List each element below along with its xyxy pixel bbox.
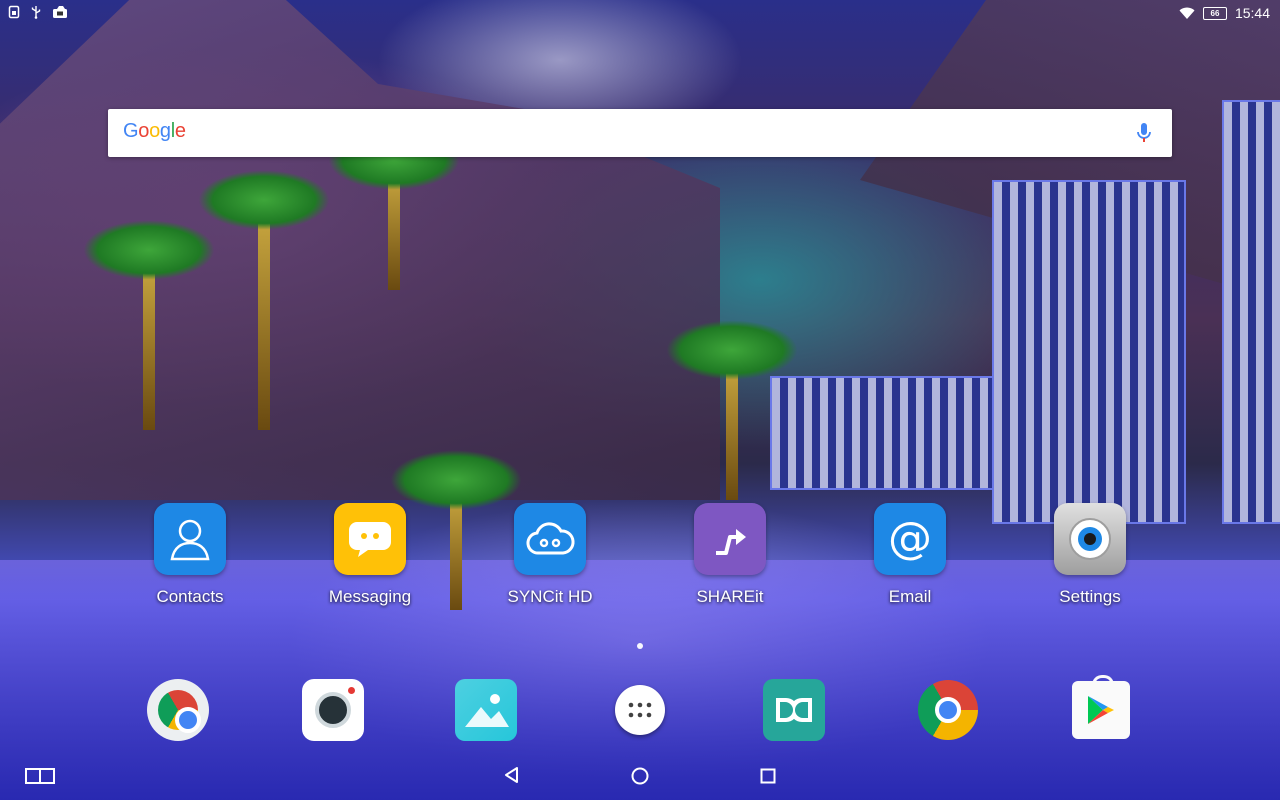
navigation-bar (0, 752, 1280, 800)
dock-play-store[interactable] (1068, 675, 1134, 743)
status-system: 66 15:44 (1179, 5, 1270, 21)
app-settings[interactable]: Settings (1020, 503, 1160, 607)
dock-dolby[interactable] (761, 677, 827, 743)
google-logo: Google (123, 120, 186, 143)
google-logo-letter: o (149, 120, 160, 142)
contacts-icon (154, 503, 226, 575)
cloud-sync-icon (514, 503, 586, 575)
dock-camera[interactable] (300, 677, 366, 743)
wallpaper-building (992, 180, 1186, 524)
chrome-icon (158, 690, 201, 733)
battery-icon: 66 (1202, 6, 1227, 20)
wifi-icon (1179, 7, 1195, 19)
gallery-icon (455, 679, 517, 741)
status-bar: 66 15:44 (0, 0, 1280, 26)
folder-icon (147, 679, 209, 741)
messaging-icon (334, 503, 406, 575)
app-contacts[interactable]: Contacts (120, 503, 260, 607)
app-label: Settings (1059, 587, 1121, 606)
wallpaper-palm (328, 130, 460, 290)
dock-app-drawer[interactable] (607, 677, 673, 743)
app-label: SYNCit HD (507, 587, 593, 606)
google-logo-letter: e (174, 120, 186, 142)
google-logo-letter: g (159, 120, 171, 142)
battery-level: 66 (1210, 8, 1220, 18)
app-drawer-icon (615, 685, 665, 735)
back-icon[interactable] (503, 766, 521, 784)
chrome-icon (918, 680, 978, 740)
dock-gallery[interactable] (453, 677, 519, 743)
sim-icon (8, 5, 20, 19)
google-logo-letter: o (138, 120, 150, 142)
play-store-icon (1072, 675, 1130, 739)
google-logo-letter: G (123, 120, 139, 142)
app-email[interactable]: @ Email (840, 503, 980, 607)
usb-icon (31, 6, 41, 19)
status-notifications (8, 5, 68, 19)
multi-window-icon[interactable] (25, 768, 55, 784)
app-label: Email (888, 587, 932, 606)
home-icon[interactable] (630, 766, 650, 786)
screenshot-icon (53, 6, 67, 18)
clock: 15:44 (1234, 5, 1270, 21)
camera-icon (302, 679, 364, 741)
dock-chrome-folder[interactable] (145, 677, 211, 743)
wallpaper-palm (198, 170, 330, 430)
dock-chrome[interactable] (915, 677, 981, 743)
wallpaper-palm (83, 220, 215, 430)
wallpaper-hotel (770, 376, 994, 490)
page-indicator-dot (637, 643, 643, 649)
gear-icon (1054, 503, 1126, 575)
app-label: Messaging (328, 587, 412, 606)
shareit-icon (694, 503, 766, 575)
app-shareit[interactable]: SHAREit (660, 503, 800, 607)
app-label: SHAREit (696, 587, 764, 606)
wallpaper-palm (390, 450, 522, 610)
app-syncit-hd[interactable]: SYNCit HD (480, 503, 620, 607)
app-messaging[interactable]: Messaging (300, 503, 440, 607)
dolby-icon (763, 679, 825, 741)
mic-icon[interactable] (1132, 121, 1156, 145)
recents-icon[interactable] (760, 768, 776, 784)
wallpaper-tower (1222, 100, 1280, 524)
at-sign-icon: @ (874, 503, 946, 575)
app-label: Contacts (156, 587, 224, 606)
google-search-bar[interactable]: Google (108, 109, 1172, 157)
wallpaper-palm (666, 320, 798, 500)
